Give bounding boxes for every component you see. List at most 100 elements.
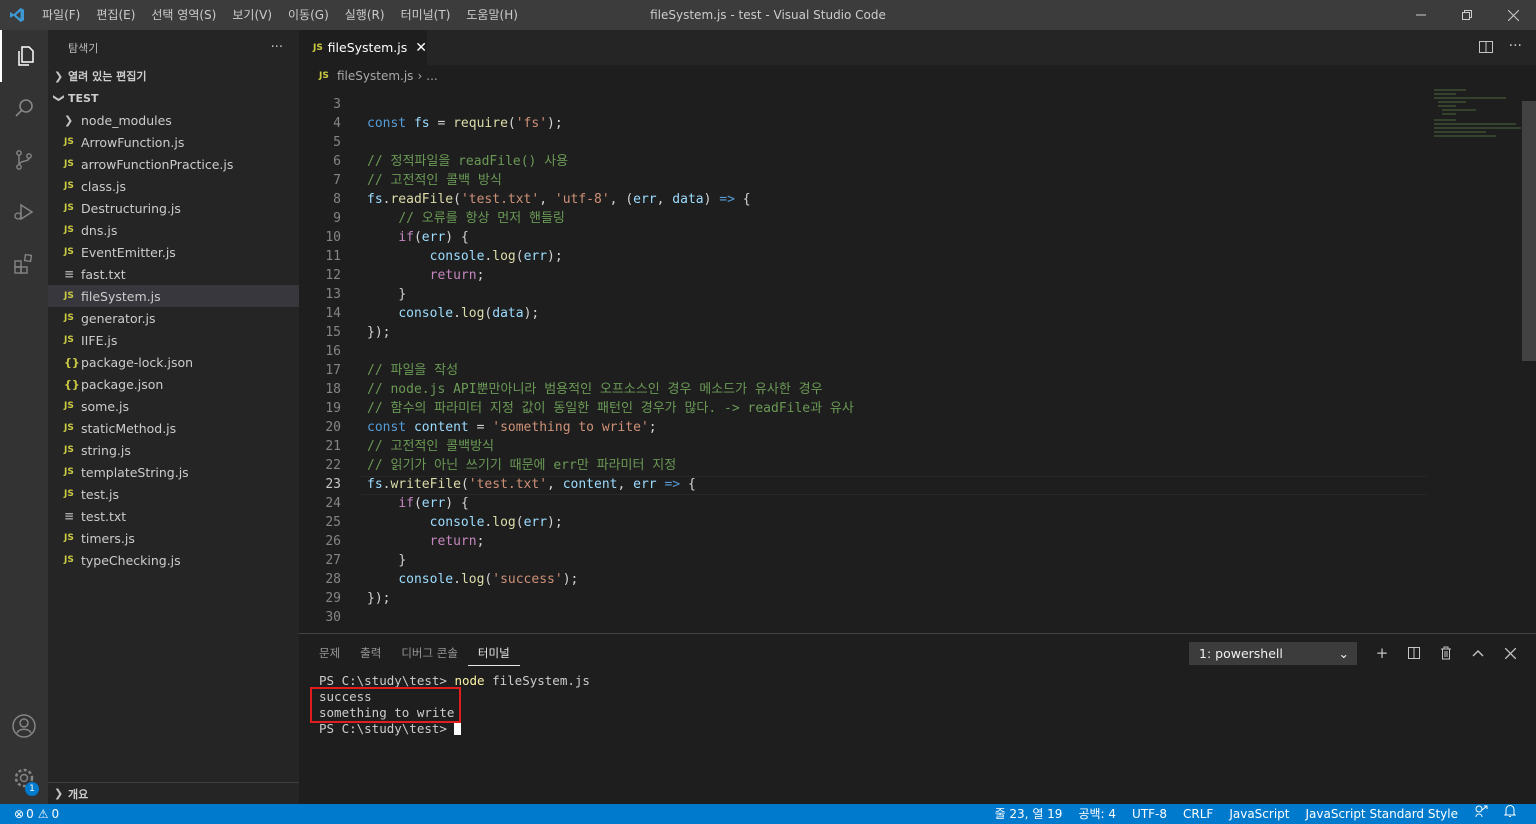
extensions-icon[interactable]	[0, 238, 48, 290]
explorer-icon[interactable]	[0, 30, 48, 82]
language-mode[interactable]: JavaScript	[1221, 804, 1297, 824]
sidebar-title: 탐색기	[68, 41, 99, 55]
new-terminal-icon[interactable]: +	[1366, 642, 1398, 664]
tree-item[interactable]: JS EventEmitter.js	[48, 241, 299, 263]
tree-item-label: Destructuring.js	[81, 200, 181, 216]
split-editor-icon[interactable]	[1478, 39, 1494, 58]
tree-item[interactable]: JS fileSystem.js	[48, 285, 299, 307]
tree-item-label: test.js	[81, 486, 119, 502]
tree-item[interactable]: ≡ test.txt	[48, 505, 299, 527]
folder-section-test[interactable]: ❯ TEST	[48, 87, 299, 109]
account-icon[interactable]	[0, 700, 48, 752]
end-of-line[interactable]: CRLF	[1175, 804, 1221, 824]
line-number: 10	[325, 230, 341, 245]
close-panel-icon[interactable]	[1494, 642, 1526, 664]
tree-item[interactable]: JS templateString.js	[48, 461, 299, 483]
tab-debug-console[interactable]: 디버그 콘솔	[391, 642, 468, 666]
chevron-right-icon: ›	[417, 69, 423, 83]
tab-output[interactable]: 출력	[350, 642, 391, 666]
tree-item[interactable]: ❯ node_modules	[48, 109, 299, 131]
tab-filesystem-js[interactable]: JS fileSystem.js ✕	[299, 30, 427, 65]
open-editors-label: 열려 있는 편집기	[68, 70, 147, 83]
menu-view[interactable]: 보기(V)	[224, 0, 280, 30]
linter-status[interactable]: JavaScript Standard Style	[1297, 804, 1466, 824]
settings-badge: 1	[25, 782, 39, 796]
warning-count: 0	[51, 807, 60, 821]
problems-status[interactable]: ⊗ 0 ⚠ 0	[0, 807, 59, 821]
tree-item[interactable]: JS test.js	[48, 483, 299, 505]
menu-bar: 파일(F) 편집(E) 선택 영역(S) 보기(V) 이동(G) 실행(R) 터…	[34, 0, 526, 30]
line-number: 24	[325, 496, 341, 511]
tree-item-label: ArrowFunction.js	[81, 134, 185, 150]
tree-item[interactable]: JS timers.js	[48, 527, 299, 549]
tree-item[interactable]: JS some.js	[48, 395, 299, 417]
line-number: 8	[333, 192, 341, 207]
breadcrumb-more[interactable]: ...	[426, 69, 437, 83]
tree-item-label: fast.txt	[81, 266, 126, 282]
tree-item[interactable]: JS arrowFunctionPractice.js	[48, 153, 299, 175]
editor-scrollbar[interactable]	[1522, 101, 1536, 361]
encoding[interactable]: UTF-8	[1124, 804, 1175, 824]
code-text: const fs = require('fs'); // 정적파일을 readFi…	[367, 95, 854, 627]
code-line: // 정적파일을 readFile() 사용	[367, 154, 569, 169]
tree-item[interactable]: {} package.json	[48, 373, 299, 395]
js-file-icon: JS	[64, 203, 74, 213]
tree-item[interactable]: JS Destructuring.js	[48, 197, 299, 219]
restore-button[interactable]	[1444, 0, 1490, 30]
tab-terminal[interactable]: 터미널	[467, 642, 520, 666]
tree-item[interactable]: JS string.js	[48, 439, 299, 461]
menu-terminal[interactable]: 터미널(T)	[393, 0, 459, 30]
menu-go[interactable]: 이동(G)	[280, 0, 337, 30]
maximize-panel-icon[interactable]	[1462, 642, 1494, 664]
menu-help[interactable]: 도움말(H)	[458, 0, 526, 30]
tree-item-label: timers.js	[81, 530, 135, 546]
tree-item[interactable]: JS dns.js	[48, 219, 299, 241]
notifications-bell-icon[interactable]	[1496, 804, 1524, 824]
tree-item[interactable]: {} package-lock.json	[48, 351, 299, 373]
js-file-icon: JS	[64, 489, 74, 499]
minimize-button[interactable]	[1398, 0, 1444, 30]
search-icon[interactable]	[0, 82, 48, 134]
minimap[interactable]	[1426, 87, 1536, 633]
open-editors-section[interactable]: ❯ 열려 있는 편집기	[48, 65, 299, 87]
terminal-select-dropdown[interactable]: 1: powershell ⌄	[1189, 642, 1357, 665]
breadcrumb-file[interactable]: fileSystem.js	[337, 69, 413, 83]
code-line: return;	[429, 268, 485, 283]
outline-section[interactable]: ❯ 개요	[48, 782, 299, 804]
tree-item[interactable]: JS class.js	[48, 175, 299, 197]
close-tab-icon[interactable]: ✕	[415, 40, 427, 56]
menu-selection[interactable]: 선택 영역(S)	[143, 0, 224, 30]
js-file-icon: JS	[319, 71, 329, 81]
js-file-icon: JS	[64, 555, 74, 565]
sidebar-more-button[interactable]: ···	[271, 40, 283, 55]
menu-run[interactable]: 실행(R)	[337, 0, 393, 30]
menu-edit[interactable]: 편집(E)	[88, 0, 143, 30]
tree-item-label: test.txt	[81, 508, 127, 524]
run-debug-icon[interactable]	[0, 186, 48, 238]
line-number: 18	[325, 382, 341, 397]
menu-file[interactable]: 파일(F)	[34, 0, 88, 30]
tree-item[interactable]: JS typeChecking.js	[48, 549, 299, 571]
tree-item[interactable]: JS IIFE.js	[48, 329, 299, 351]
panel-actions: +	[1366, 642, 1526, 664]
indentation[interactable]: 공백: 4	[1070, 804, 1124, 824]
tree-item[interactable]: JS generator.js	[48, 307, 299, 329]
vscode-logo-icon	[0, 0, 34, 30]
tree-item[interactable]: JS staticMethod.js	[48, 417, 299, 439]
js-file-icon: JS	[64, 335, 74, 345]
split-terminal-icon[interactable]	[1398, 642, 1430, 664]
code-editor[interactable]: 3 4 5 6 7 8 9 10 11 12 13 14 15 16 17 18 19 20 21 22 23 24 25 2…	[299, 87, 1536, 633]
tab-problems[interactable]: 문제	[309, 642, 350, 666]
settings-gear-icon[interactable]: 1	[0, 752, 48, 804]
more-actions-icon[interactable]: ···	[1509, 38, 1522, 54]
feedback-icon[interactable]	[1466, 804, 1496, 824]
annotation-highlight-box	[310, 687, 461, 723]
warning-icon: ⚠	[37, 807, 49, 821]
source-control-icon[interactable]	[0, 134, 48, 186]
tree-item[interactable]: JS ArrowFunction.js	[48, 131, 299, 153]
tree-item[interactable]: ≡ fast.txt	[48, 263, 299, 285]
tree-item-label: node_modules	[81, 112, 172, 128]
close-window-button[interactable]	[1490, 0, 1536, 30]
cursor-position[interactable]: 줄 23, 열 19	[987, 804, 1071, 824]
trash-icon[interactable]	[1430, 642, 1462, 664]
